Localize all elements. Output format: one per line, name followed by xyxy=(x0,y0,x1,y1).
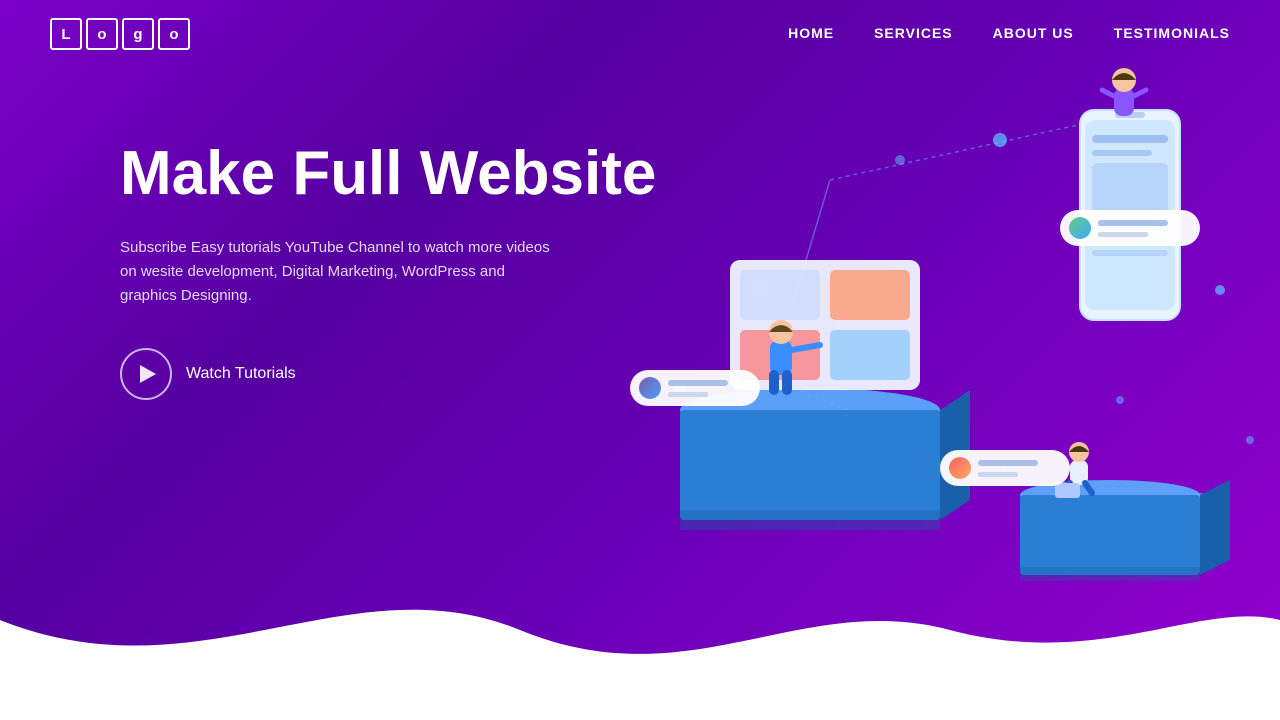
play-triangle-icon xyxy=(140,365,156,383)
navbar: L o g o HOME SERVICES ABOUT US TESTIMONI… xyxy=(0,0,1280,68)
nav-item-home[interactable]: HOME xyxy=(788,25,834,43)
nav-item-services[interactable]: SERVICES xyxy=(874,25,953,43)
logo-box-l: L xyxy=(50,18,82,50)
nav-item-testimonials[interactable]: TESTIMONIALS xyxy=(1114,25,1230,43)
nav-item-about[interactable]: ABOUT US xyxy=(993,25,1074,43)
watch-tutorials-button[interactable]: Watch Tutorials xyxy=(120,348,296,400)
logo: L o g o xyxy=(50,18,190,50)
hero-illustration xyxy=(600,60,1280,640)
logo-box-o1: o xyxy=(86,18,118,50)
illustration-svg xyxy=(600,60,1280,640)
logo-box-o2: o xyxy=(158,18,190,50)
logo-box-g: g xyxy=(122,18,154,50)
watch-label: Watch Tutorials xyxy=(186,365,296,383)
hero-title: Make Full Website xyxy=(120,140,656,208)
nav-links: HOME SERVICES ABOUT US TESTIMONIALS xyxy=(788,25,1230,43)
hero-section: L o g o HOME SERVICES ABOUT US TESTIMONI… xyxy=(0,0,1280,720)
hero-subtitle: Subscribe Easy tutorials YouTube Channel… xyxy=(120,236,550,308)
play-icon-circle xyxy=(120,348,172,400)
hero-content: Make Full Website Subscribe Easy tutoria… xyxy=(120,140,656,400)
